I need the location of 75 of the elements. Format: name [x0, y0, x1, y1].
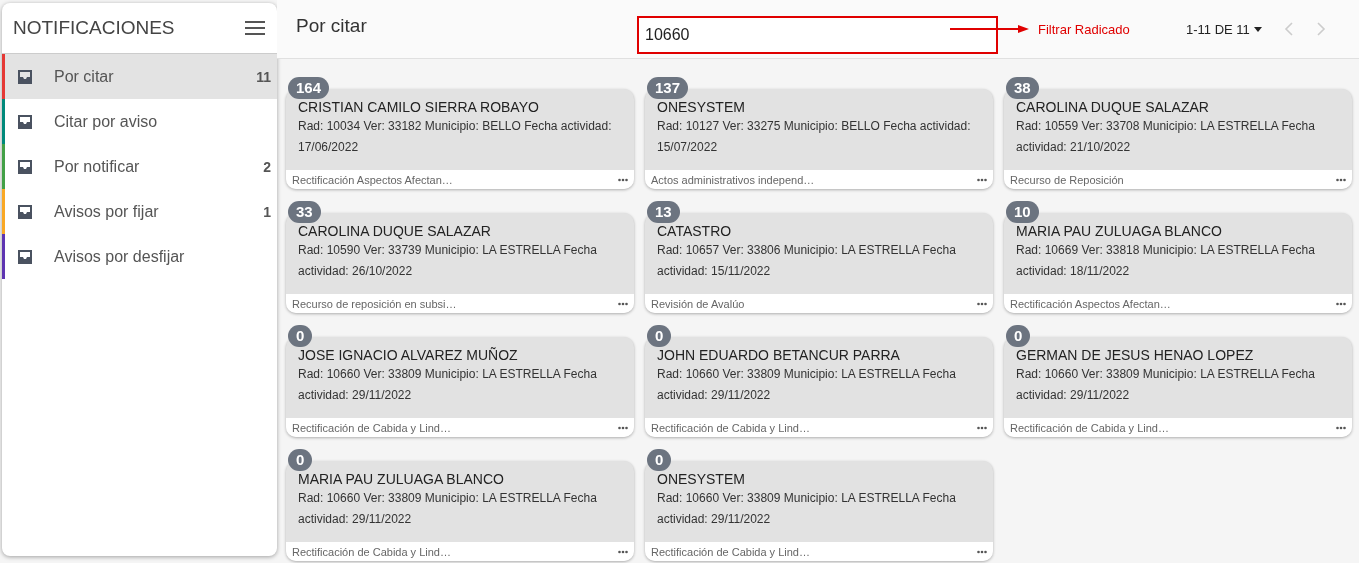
- card-name: MARIA PAU ZULUAGA BLANCO: [298, 471, 505, 487]
- count-badge: 38: [1006, 77, 1039, 99]
- card-detail: Rad: 10657 Ver: 33806 Municipio: LA ESTRELLA Fecha actividad: 15/11/2022: [657, 242, 957, 280]
- card-name: MARIA PAU ZULUAGA BLANCO: [1016, 223, 1223, 239]
- card-footer-text: Revisión de Avalúo: [651, 297, 745, 310]
- card-footer-text: Rectificación de Cabida y Lind…: [651, 545, 810, 558]
- pagination-dropdown[interactable]: 1-11 DE 11: [1186, 21, 1250, 37]
- search-field[interactable]: 10660: [637, 16, 998, 54]
- card-detail: Rad: 10660 Ver: 33809 Municipio: LA ESTRELLA Fecha actividad: 29/11/2022: [298, 366, 598, 404]
- card-name: CRISTIAN CAMILO SIERRA ROBAYO: [298, 99, 540, 115]
- count-badge: 0: [647, 325, 672, 347]
- more-icon[interactable]: [977, 301, 987, 306]
- sidebar-item[interactable]: Por citar 11: [2, 54, 277, 99]
- card-detail: Rad: 10660 Ver: 33809 Municipio: LA ESTRELLA Fecha actividad: 29/11/2022: [657, 490, 957, 528]
- card-name: CAROLINA DUQUE SALAZAR: [298, 223, 492, 239]
- inbox-icon: [17, 158, 33, 175]
- item-count: 1: [263, 203, 271, 220]
- count-badge: 137: [647, 77, 689, 99]
- card-footer-text: Rectificación de Cabida y Lind…: [651, 421, 810, 434]
- inbox-icon: [17, 203, 33, 220]
- more-icon[interactable]: [977, 549, 987, 554]
- card-detail: Rad: 10660 Ver: 33809 Municipio: LA ESTRELLA Fecha actividad: 29/11/2022: [298, 490, 598, 528]
- card-footer-text: Rectificación de Cabida y Lind…: [292, 545, 451, 558]
- sidebar-item[interactable]: Citar por aviso: [2, 99, 277, 144]
- more-icon[interactable]: [618, 425, 628, 430]
- annotation-text: Filtrar Radicado: [1038, 21, 1131, 37]
- more-icon[interactable]: [1336, 177, 1346, 182]
- card-name: CATASTRO: [657, 223, 733, 239]
- count-badge: 0: [288, 325, 313, 347]
- card-detail: Rad: 10669 Ver: 33818 Municipio: LA ESTRELLA Fecha actividad: 18/11/2022: [1016, 242, 1316, 280]
- more-icon[interactable]: [618, 301, 628, 306]
- card-name: JOHN EDUARDO BETANCUR PARRA: [657, 347, 901, 363]
- count-badge: 164: [288, 77, 330, 99]
- more-icon[interactable]: [618, 549, 628, 554]
- card-detail: Rad: 10590 Ver: 33739 Municipio: LA ESTRELLA Fecha actividad: 26/10/2022: [298, 242, 598, 280]
- card-footer-text: Rectificación Aspectos Afectan…: [292, 173, 453, 186]
- sidebar-item[interactable]: Por notificar 2: [2, 144, 277, 189]
- caret-icon[interactable]: [1253, 26, 1262, 32]
- inbox-icon: [17, 68, 33, 85]
- card-footer-text: Recurso de reposición en subsi…: [292, 297, 457, 310]
- count-badge: 0: [288, 449, 313, 471]
- sidebar-item[interactable]: Avisos por fijar 1: [2, 189, 277, 234]
- item-count: 11: [256, 68, 271, 85]
- page-title: Por citar: [296, 15, 368, 37]
- more-icon[interactable]: [977, 425, 987, 430]
- count-badge: 33: [288, 201, 321, 223]
- menu-icon[interactable]: [245, 21, 265, 35]
- card-detail: Rad: 10127 Ver: 33275 Municipio: BELLO Fecha actividad: 15/07/2022: [657, 118, 972, 156]
- card-footer-text: Rectificación de Cabida y Lind…: [292, 421, 451, 434]
- count-badge: 0: [1006, 325, 1031, 347]
- card-footer-text: Rectificación de Cabida y Lind…: [1010, 421, 1169, 434]
- sidebar-title: NOTIFICACIONES: [13, 17, 175, 39]
- more-icon[interactable]: [618, 177, 628, 182]
- card-detail: Rad: 10660 Ver: 33809 Municipio: LA ESTRELLA Fecha actividad: 29/11/2022: [1016, 366, 1316, 404]
- inbox-icon: [17, 113, 33, 130]
- inbox-icon: [17, 248, 33, 265]
- more-icon[interactable]: [1336, 425, 1346, 430]
- count-badge: 0: [647, 449, 672, 471]
- card-detail: Rad: 10034 Ver: 33182 Municipio: BELLO Fecha actividad: 17/06/2022: [298, 118, 613, 156]
- more-icon[interactable]: [1336, 301, 1346, 306]
- card-detail: Rad: 10559 Ver: 33708 Municipio: LA ESTRELLA Fecha actividad: 21/10/2022: [1016, 118, 1316, 156]
- card-name: CAROLINA DUQUE SALAZAR: [1016, 99, 1210, 115]
- card-footer-text: Recurso de Reposición: [1010, 173, 1124, 186]
- more-icon[interactable]: [977, 177, 987, 182]
- card-footer-text: Rectificación Aspectos Afectan…: [1010, 297, 1171, 310]
- card-detail: Rad: 10660 Ver: 33809 Municipio: LA ESTRELLA Fecha actividad: 29/11/2022: [657, 366, 957, 404]
- card-footer-text: Actos administrativos independ…: [651, 173, 815, 186]
- card-name: JOSE IGNACIO ALVAREZ MUÑOZ: [298, 347, 519, 363]
- count-badge: 13: [647, 201, 680, 223]
- item-count: 2: [263, 158, 271, 175]
- card-name: GERMAN DE JESUS HENAO LOPEZ: [1016, 347, 1255, 363]
- card-name: ONESYSTEM: [657, 471, 746, 487]
- count-badge: 10: [1006, 201, 1039, 223]
- card-name: ONESYSTEM: [657, 99, 746, 115]
- sidebar-item[interactable]: Avisos por desfijar: [2, 234, 277, 279]
